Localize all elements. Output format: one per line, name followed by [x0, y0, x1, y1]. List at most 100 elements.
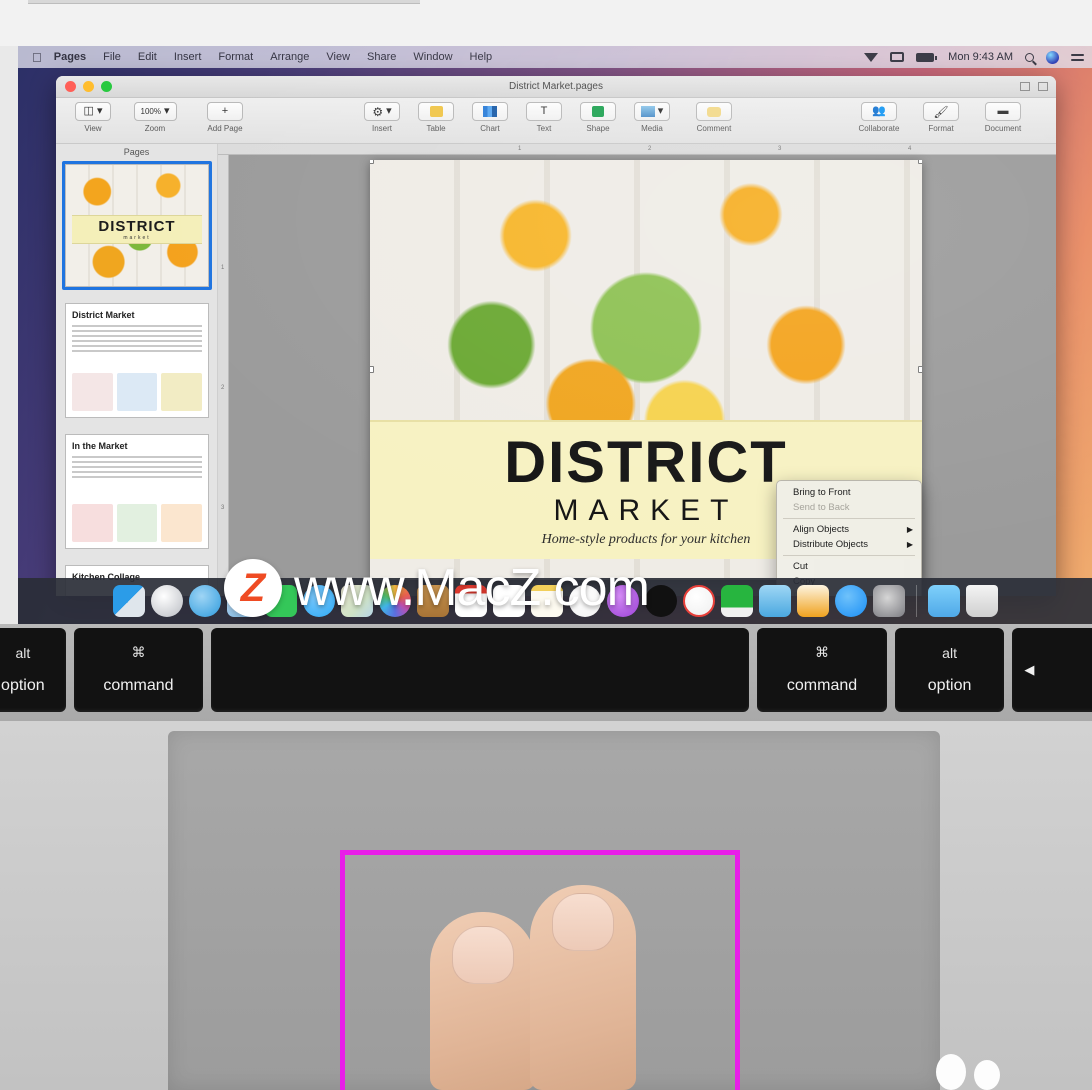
contacts-icon[interactable]	[416, 585, 449, 617]
selection-handle-top-left[interactable]	[370, 160, 374, 164]
menu-item-view[interactable]: View	[326, 51, 350, 63]
toolbar-insert-button[interactable]: ⚙ ▾ Insert	[359, 102, 405, 133]
option-key-right-top: alt	[942, 644, 957, 661]
fullscreen-icon[interactable]	[1038, 82, 1048, 91]
numbers-restricted-icon[interactable]	[682, 585, 715, 617]
context-menu-item-cut[interactable]: Cut	[777, 559, 921, 574]
podcasts-icon[interactable]	[606, 585, 639, 617]
selection-handle-left[interactable]	[370, 366, 374, 373]
toolbar-table-button[interactable]: Table	[413, 102, 459, 133]
search-icon[interactable]	[1025, 52, 1034, 62]
sidebar-toggle-icon[interactable]	[1020, 82, 1030, 91]
safari-icon[interactable]	[188, 585, 221, 617]
menu-item-pages[interactable]: Pages	[54, 51, 86, 63]
menu-item-format[interactable]: Format	[218, 51, 253, 63]
horizontal-ruler: 1 2 3 4	[218, 144, 1056, 155]
menu-item-arrange[interactable]: Arrange	[270, 51, 309, 63]
window-body: Pages DISTRICT market District Market In…	[56, 144, 1056, 596]
toolbar-text-button[interactable]: T Text	[521, 102, 567, 133]
option-key-left[interactable]: alt option	[0, 627, 66, 712]
option-key-left-label: option	[1, 676, 45, 694]
facetime-icon[interactable]	[264, 585, 297, 617]
battery-icon[interactable]	[916, 52, 938, 62]
context-menu-item-align-objects-label: Align Objects	[793, 524, 849, 535]
page-thumbnail-1[interactable]: DISTRICT market	[62, 161, 212, 290]
launchpad-icon[interactable]	[150, 585, 183, 617]
menu-item-help[interactable]: Help	[470, 51, 493, 63]
thumbnail-2-cards	[72, 373, 203, 411]
toolbar-chart-label: Chart	[480, 124, 500, 133]
toolbar-collaborate-label: Collaborate	[858, 124, 900, 133]
numbers-icon[interactable]	[720, 585, 753, 617]
control-center-icon[interactable]	[1071, 52, 1084, 63]
photos-icon[interactable]	[378, 585, 411, 617]
close-button[interactable]	[65, 81, 76, 92]
app-store-icon[interactable]	[834, 585, 867, 617]
wifi-icon[interactable]	[864, 52, 879, 62]
selection-handle-right[interactable]	[918, 366, 922, 373]
sidebar-header: Pages	[123, 147, 150, 157]
laptop-keyboard-row: alt option ⌘ command ⌘ command alt optio…	[0, 624, 1092, 721]
zoom-button[interactable]	[101, 81, 112, 92]
document-tagline: Home-style products for your kitchen	[541, 531, 751, 547]
thumbnail-3-cards	[72, 504, 203, 542]
keynote-icon[interactable]	[758, 585, 791, 617]
context-menu-item-align-objects[interactable]: Align Objects ▶	[777, 522, 921, 537]
menu-item-window[interactable]: Window	[413, 51, 452, 63]
maps-icon[interactable]	[340, 585, 373, 617]
reminders-icon[interactable]	[492, 585, 525, 617]
system-preferences-icon[interactable]	[872, 585, 905, 617]
messages-icon[interactable]	[302, 585, 335, 617]
toolbar-collaborate-button[interactable]: 👥 Collaborate	[848, 102, 910, 133]
siri-icon[interactable]	[1046, 50, 1059, 64]
thumbnail-2-body-lines	[72, 325, 202, 352]
submenu-arrow-icon: ▶	[906, 525, 913, 534]
command-key-left-glyph: ⌘	[131, 644, 146, 660]
toolbar-view-button[interactable]: ◫ ▾ View	[70, 102, 116, 133]
menu-item-insert[interactable]: Insert	[174, 51, 202, 63]
toolbar-format-button[interactable]: 🖌 Format	[918, 102, 964, 133]
selection-handle-top-right[interactable]	[918, 160, 922, 164]
minimize-button[interactable]	[83, 81, 94, 92]
notes-icon[interactable]	[530, 585, 563, 617]
toolbar-shape-button[interactable]: Shape	[575, 102, 621, 133]
calendar-icon[interactable]	[454, 585, 487, 617]
apple-logo-icon[interactable]: 	[32, 51, 42, 64]
page-thumbnails-sidebar: Pages DISTRICT market District Market In…	[56, 144, 218, 596]
context-menu-item-distribute-objects[interactable]: Distribute Objects ▶	[777, 537, 921, 552]
downloads-folder-icon[interactable]	[927, 585, 960, 617]
finder-icon[interactable]	[112, 585, 145, 617]
screen-mirroring-icon[interactable]	[890, 52, 905, 62]
pages-icon[interactable]	[796, 585, 829, 617]
toolbar-comment-button[interactable]: Comment	[683, 102, 745, 133]
page-thumbnail-2[interactable]: District Market	[62, 300, 212, 421]
toolbar-chart-button[interactable]: Chart	[467, 102, 513, 133]
command-key-right[interactable]: ⌘ command	[757, 627, 887, 712]
toolbar-left-group: ◫ ▾ View 100% ▾ Zoom + Add Page	[70, 102, 264, 133]
apple-tv-icon[interactable]	[644, 585, 677, 617]
menu-bar-clock[interactable]: Mon 9:43 AM	[948, 51, 1013, 63]
window-title: District Market.pages	[509, 81, 603, 92]
toolbar-zoom-value: 100%	[140, 107, 161, 116]
page-thumbnail-3[interactable]: In the Market	[62, 431, 212, 552]
toolbar-zoom-button[interactable]: 100% ▾ Zoom	[124, 102, 186, 133]
toolbar-add-page-label: Add Page	[207, 124, 243, 133]
toolbar-add-page-button[interactable]: + Add Page	[194, 102, 256, 133]
left-arrow-key[interactable]: ◀	[1012, 627, 1092, 712]
toolbar-document-button[interactable]: ▬ Document	[972, 102, 1034, 133]
document-canvas[interactable]: 1 2 3 4 1 2 3 DISTRICT MARKET Home-style…	[218, 144, 1056, 596]
option-key-left-top: alt	[15, 644, 31, 661]
option-key-right[interactable]: alt option	[894, 627, 1005, 712]
trash-icon[interactable]	[965, 585, 998, 617]
command-key-left[interactable]: ⌘ command	[73, 627, 204, 712]
music-icon[interactable]	[568, 585, 601, 617]
menu-item-edit[interactable]: Edit	[138, 51, 157, 63]
menu-item-share[interactable]: Share	[367, 51, 396, 63]
context-menu-item-bring-to-front[interactable]: Bring to Front	[777, 485, 921, 500]
space-key[interactable]	[211, 627, 750, 712]
mail-icon[interactable]	[226, 585, 259, 617]
menu-item-file[interactable]: File	[103, 51, 121, 63]
thumbnail-3-title: In the Market	[72, 441, 128, 451]
toolbar-media-button[interactable]: ▾ Media	[629, 102, 675, 133]
thumbnail-list: DISTRICT market District Market In the M…	[56, 161, 217, 596]
